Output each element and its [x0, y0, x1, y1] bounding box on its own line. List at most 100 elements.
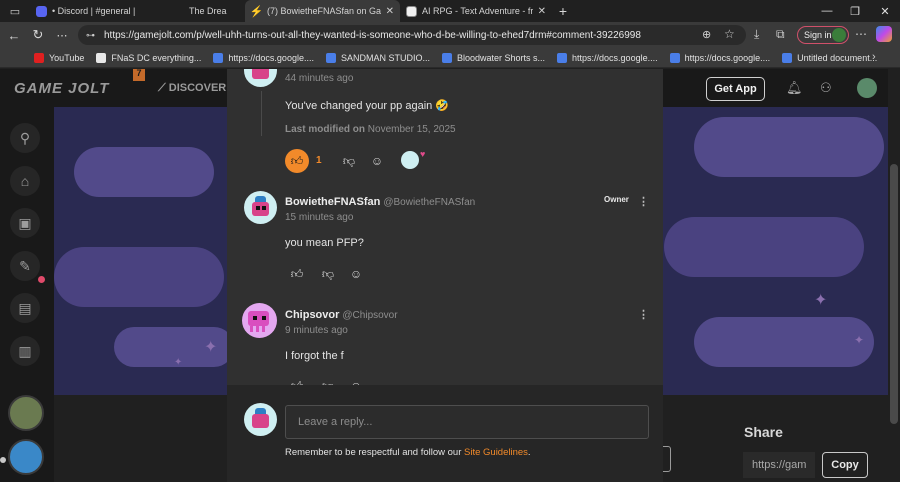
favorite-icon[interactable]: ☆	[724, 27, 735, 41]
minimize-icon[interactable]: —	[812, 0, 842, 22]
bookmark-label: https://docs.google....	[572, 52, 658, 63]
docs-icon	[441, 52, 452, 63]
active-indicator	[0, 457, 6, 463]
tab-gamejolt[interactable]: ⚡ (7) BowietheFNASfan on Game Jo ✕	[245, 0, 400, 22]
tab-discord[interactable]: • Discord | #general |	[30, 0, 183, 22]
community-avatar[interactable]	[8, 395, 44, 431]
reply-input[interactable]: Leave a reply...	[285, 405, 649, 439]
refresh-icon[interactable]: ↻	[26, 22, 50, 48]
copy-button[interactable]: Copy	[822, 452, 868, 478]
share-url-field[interactable]: https://gam	[743, 452, 815, 478]
guidelines-note: Remember to be respectful and follow our…	[285, 447, 531, 458]
reaction-avatar[interactable]	[401, 151, 419, 169]
bookmark-docs-3[interactable]: https://docs.google....	[666, 48, 775, 68]
site-guidelines-link[interactable]: Site Guidelines	[464, 447, 528, 458]
downloads-icon[interactable]: ⤓	[754, 27, 759, 42]
sign-in-button[interactable]: Sign in	[797, 26, 849, 44]
bookmark-sandman[interactable]: SANDMAN STUDIO...	[322, 48, 434, 68]
reply-composer: Leave a reply... Remember to be respectf…	[227, 385, 663, 482]
chevron-right-icon[interactable]: ›	[872, 51, 876, 63]
avatar[interactable]	[244, 69, 277, 87]
comment-author[interactable]: BowietheFNASfan @BowietheFNASfan	[285, 196, 475, 208]
bookmark-label: https://docs.google....	[684, 52, 771, 63]
reply-placeholder: Leave a reply...	[298, 416, 373, 428]
tab-actions-icon[interactable]: ▭	[0, 0, 30, 22]
close-icon[interactable]: ✕	[386, 6, 394, 17]
tab-title: • Discord | #general |	[52, 6, 136, 16]
dislike-button[interactable]: 👎︎	[341, 153, 357, 169]
community-avatar[interactable]	[8, 439, 44, 475]
url-field[interactable]: ⊶ https://gamejolt.com/p/well-uhh-turns-…	[78, 25, 746, 45]
discover-link[interactable]: ⟋ DISCOVER	[158, 82, 226, 95]
thumbs-down-icon: 👎︎	[321, 266, 335, 281]
sign-in-label: Sign in	[804, 30, 832, 40]
dislike-button[interactable]: 👎︎	[320, 378, 336, 386]
dislike-button[interactable]: 👎︎	[320, 266, 336, 282]
new-tab-button[interactable]: +	[552, 0, 574, 22]
page-icon	[96, 52, 107, 63]
docs-icon	[669, 52, 680, 63]
like-button[interactable]: 👍︎	[285, 149, 309, 173]
zoom-icon[interactable]: ⊕	[702, 28, 711, 41]
backpack-icon[interactable]: ▣	[10, 208, 40, 238]
shop-icon[interactable]: ⌂	[10, 166, 40, 196]
thumbs-up-icon: 👍︎	[290, 153, 304, 168]
comment-time[interactable]: 15 minutes ago	[285, 212, 353, 223]
maximize-icon[interactable]: ❐	[840, 0, 870, 22]
bookmark-docs-1[interactable]: https://docs.google....	[209, 48, 318, 68]
bookmark-fnas[interactable]: FNaS DC everything...	[92, 48, 205, 68]
react-button[interactable]: ☺	[348, 266, 364, 282]
bookmark-bloodwater[interactable]: Bloodwater Shorts s...	[438, 48, 549, 68]
left-sidebar: ⚲ ⌂ ▣ ✎ ▤ ▥	[0, 107, 54, 482]
site-info-icon[interactable]: ⊶	[86, 30, 98, 41]
scrollbar-thumb[interactable]	[890, 164, 898, 424]
friends-icon[interactable]: ⚇	[820, 80, 832, 96]
tab-dream[interactable]: The Drea	[183, 0, 245, 22]
more-options-icon[interactable]: ⋮	[638, 308, 649, 321]
avatar[interactable]	[242, 303, 277, 338]
react-button[interactable]: ☺	[348, 378, 364, 385]
library-icon[interactable]: ▥	[10, 336, 40, 366]
gamejolt-logo[interactable]: GAME JOLT	[14, 80, 109, 97]
gamejolt-icon: ⚡	[249, 5, 264, 18]
bookmark-label: https://docs.google....	[228, 52, 314, 63]
avatar[interactable]	[244, 191, 277, 224]
get-app-button[interactable]: Get App	[706, 77, 765, 101]
bookmark-youtube[interactable]: YouTube	[30, 48, 88, 68]
comment-thread-modal: 44 minutes ago You've changed your pp ag…	[227, 69, 663, 482]
comment-author[interactable]: Chipsovor @Chipsovor	[285, 309, 398, 321]
close-icon[interactable]: ✕	[538, 6, 546, 17]
bell-icon[interactable]: 🔔︎	[786, 80, 803, 96]
bookmark-untitled[interactable]: Untitled document...	[778, 48, 881, 68]
like-button[interactable]: 👍︎	[289, 266, 305, 282]
docs-icon	[325, 52, 336, 63]
communities-icon[interactable]: ⚲	[10, 123, 40, 153]
bookmark-label: FNaS DC everything...	[111, 52, 202, 63]
compass-icon: ⟋	[158, 82, 169, 94]
chat-icon[interactable]: ▤	[10, 293, 40, 323]
extensions-icon[interactable]: ⧉	[776, 27, 785, 42]
thread-line	[261, 91, 262, 136]
like-button[interactable]: 👍︎	[289, 378, 305, 386]
avatar	[832, 28, 846, 42]
like-count[interactable]: 1	[316, 155, 322, 166]
sparkle-icon: ✦	[174, 357, 183, 368]
sparkle-icon: ✦	[854, 333, 865, 347]
quests-icon[interactable]: ✎	[10, 251, 40, 281]
close-window-icon[interactable]: ✕	[870, 0, 900, 22]
avatar-body	[252, 414, 269, 428]
more-icon[interactable]: ⋯	[50, 22, 74, 48]
copilot-icon[interactable]	[876, 26, 892, 42]
bookmark-docs-2[interactable]: https://docs.google....	[553, 48, 662, 68]
tab-ai-rpg[interactable]: AI RPG - Text Adventure - free ✕	[400, 0, 552, 22]
docs-icon	[213, 52, 224, 63]
add-reaction-icon: ☺	[370, 154, 384, 168]
user-avatar[interactable]	[857, 78, 877, 98]
react-button[interactable]: ☺	[369, 153, 385, 169]
more-options-icon[interactable]: ⋮	[638, 195, 649, 208]
url-text: https://gamejolt.com/p/well-uhh-turns-ou…	[104, 29, 641, 41]
comment-time[interactable]: 44 minutes ago	[285, 73, 353, 84]
back-icon[interactable]: ←	[2, 22, 26, 48]
comment-time[interactable]: 9 minutes ago	[285, 325, 348, 336]
menu-icon[interactable]: ⋯	[855, 27, 867, 41]
